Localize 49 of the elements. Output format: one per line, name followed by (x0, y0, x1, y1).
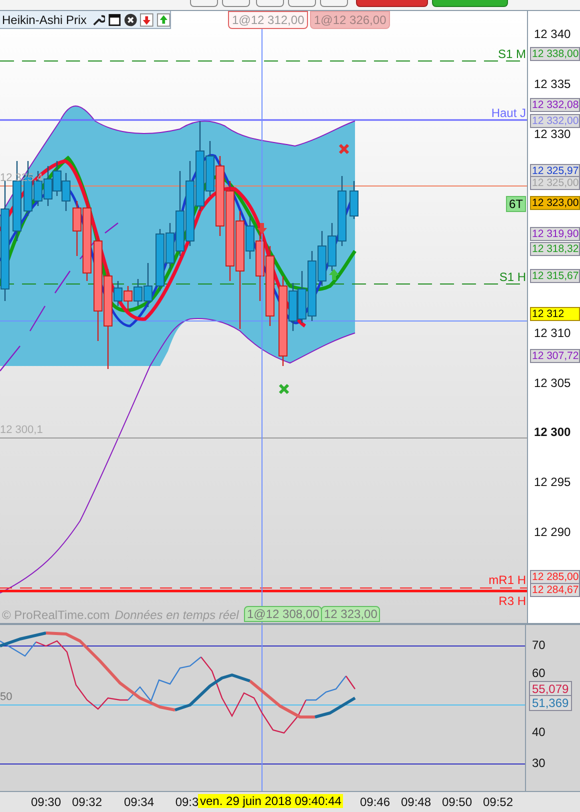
price-tag: 12 332,00 (530, 114, 580, 128)
time-label: 09:52 (482, 795, 514, 809)
price-tag: 12 307,72 (530, 349, 580, 363)
time-label: 09:34 (123, 795, 155, 809)
price-label: 12 300,1 (0, 424, 43, 436)
value-tag: 51,369 (529, 695, 572, 711)
price-label: 12 325,4 (0, 172, 43, 184)
axis-label: 12 330 (534, 127, 571, 141)
price-tag: 12 315,67 (530, 269, 580, 283)
price-tag: 12 338,00 (530, 47, 580, 61)
price-tag: 12 284,67 (530, 583, 580, 597)
order-tag[interactable]: 1@12 312,00 (228, 11, 308, 29)
order-tag[interactable]: 1@12 308,00 (244, 606, 322, 622)
axis-label: 12 310 (534, 326, 571, 340)
price-tag: 12 285,00 (530, 570, 580, 584)
time-label: 09:48 (400, 795, 432, 809)
line-label: S1 H (499, 270, 526, 284)
order-tag[interactable]: 1@12 326,00 (310, 11, 390, 29)
indicator-title: Heikin-Ashi Prix (2, 12, 87, 26)
price-tag: 12 319,90 (530, 227, 580, 241)
axis-label: 12 340 (534, 27, 571, 41)
line-label: mR1 H (488, 573, 526, 587)
time-label: 09:30 (30, 795, 62, 809)
line-label: Haut J (491, 106, 526, 120)
axis-label: 12 290 (534, 525, 571, 539)
cursor-time-label: ven. 29 juin 2018 09:40:44 (198, 794, 344, 808)
axis-label: 40 (532, 725, 546, 739)
axis-label: 60 (532, 666, 546, 680)
axis-label: 12 335 (534, 77, 571, 91)
axis-label: 70 (532, 638, 546, 652)
axis-label: 12 305 (534, 376, 571, 390)
price-tag: 12 323,00 (530, 196, 580, 210)
order-tag[interactable]: 12 323,00 (321, 606, 380, 622)
line-label: S1 M (498, 47, 526, 61)
price-tag: 12 312 (530, 307, 580, 321)
axis-label: 30 (532, 756, 546, 770)
level-label: 50 (0, 691, 12, 703)
badge: 6T (506, 196, 526, 212)
realtime-note: Données en temps réel (114, 608, 239, 622)
line-label: R3 H (498, 594, 526, 608)
price-tag: 12 325,00 (530, 176, 580, 190)
time-label: 09:32 (71, 795, 103, 809)
copyright-text: © ProRealTime.com (2, 608, 110, 622)
axis-label: 12 300 (534, 425, 571, 439)
time-label: 09:46 (359, 795, 391, 809)
price-tag: 12 332,08 (530, 98, 580, 112)
axis-label: 12 295 (534, 475, 571, 489)
price-tag: 12 318,32 (530, 242, 580, 256)
time-label: 09:50 (441, 795, 473, 809)
